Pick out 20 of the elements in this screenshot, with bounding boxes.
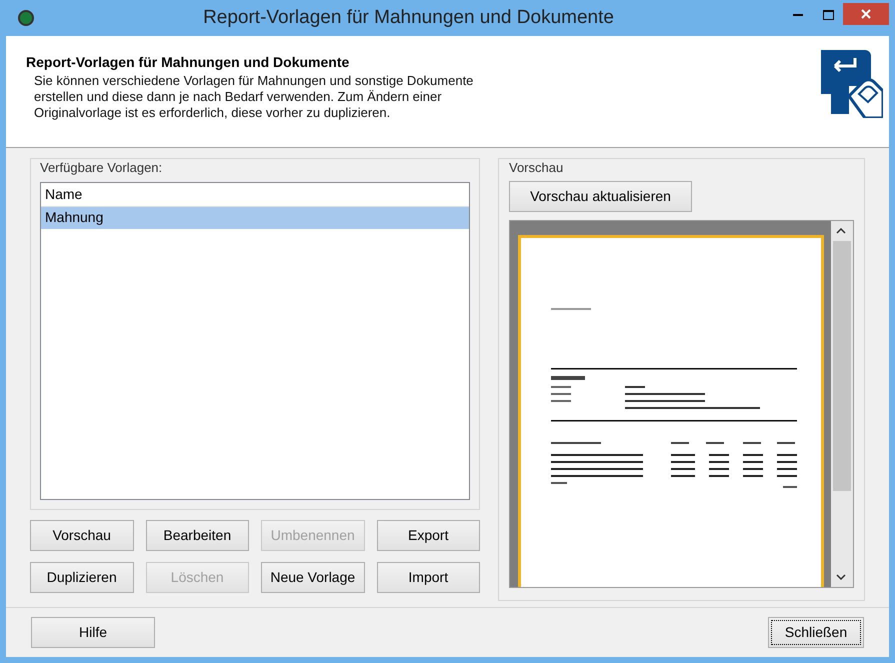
close-button[interactable] (843, 3, 889, 25)
list-row[interactable]: Mahnung (41, 206, 469, 228)
app-icon (18, 10, 34, 26)
close-dialog-button[interactable]: Schließen (768, 617, 864, 648)
templates-label: Verfügbare Vorlagen: (40, 159, 164, 177)
template-button[interactable]: Vorschau (30, 520, 134, 551)
refresh-preview-button[interactable]: Vorschau aktualisieren (509, 180, 692, 212)
scroll-thumb[interactable] (833, 240, 851, 490)
close-icon (861, 9, 871, 19)
scrollbar[interactable] (831, 220, 853, 586)
template-button[interactable]: Neue Vorlage (261, 562, 364, 593)
header-title: Report-Vorlagen für Mahnungen und Dokumente (26, 53, 350, 72)
help-button[interactable]: Hilfe (31, 617, 155, 648)
window-title: Report-Vorlagen für Mahnungen und Dokumente (202, 6, 615, 30)
template-button[interactable]: Duplizieren (30, 562, 134, 593)
template-button[interactable]: Import (376, 562, 480, 593)
template-button[interactable]: Export (376, 520, 480, 551)
header-description: Sie können verschiedene Vorlagen für Mahnungen und sonstige Dokumente erstellen und diese dann je nach Bedarf verwenden. Zum Ändern einer Originalvorlage ist es erforderlich, diese vorher zu duplizieren. (34, 73, 474, 121)
preview-label: Vorschau (509, 159, 564, 177)
template-button[interactable]: Bearbeiten (146, 520, 249, 551)
